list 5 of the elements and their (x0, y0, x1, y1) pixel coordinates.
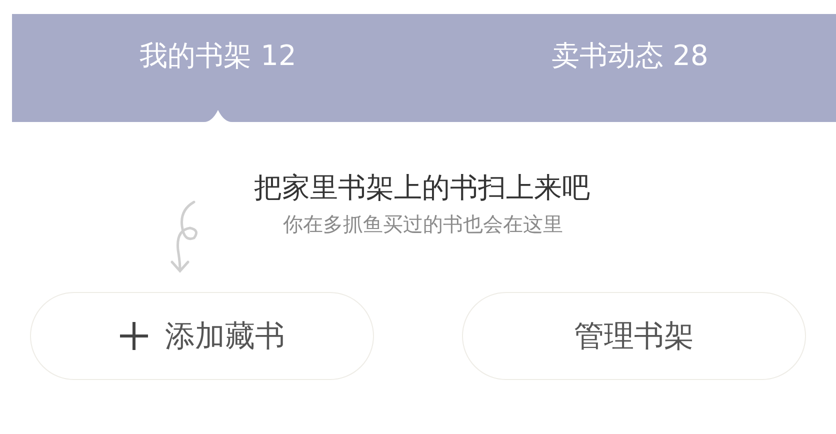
add-books-button[interactable]: 添加藏书 (30, 292, 374, 380)
plus-icon (119, 321, 149, 351)
manage-shelf-button[interactable]: 管理书架 (462, 292, 806, 380)
empty-title: 把家里书架上的书扫上来吧 (254, 170, 590, 206)
empty-subtitle: 你在多抓鱼买过的书也会在这里 (283, 211, 563, 238)
